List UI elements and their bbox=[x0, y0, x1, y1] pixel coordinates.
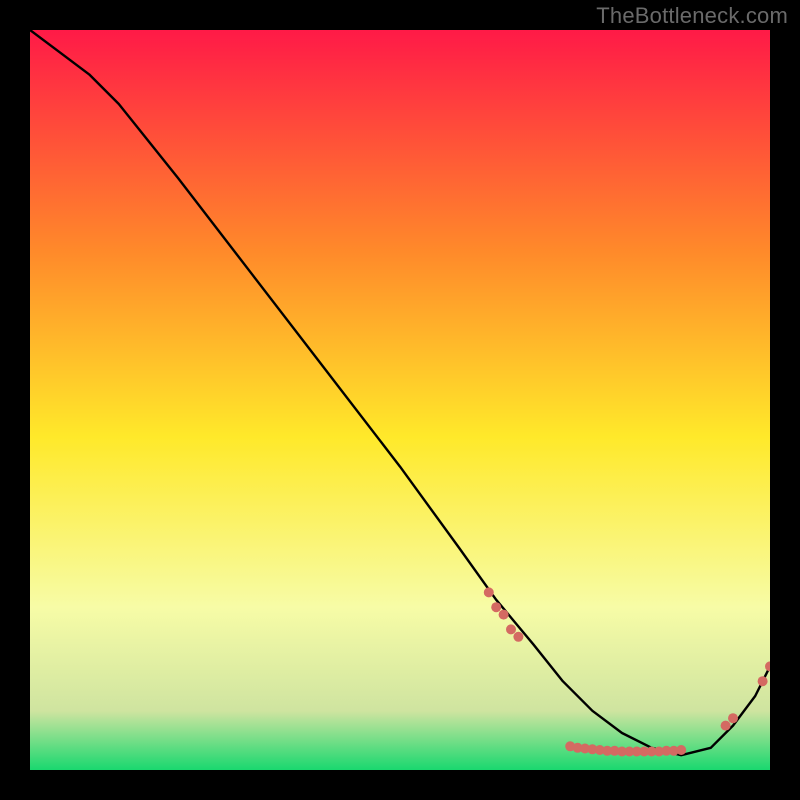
data-marker bbox=[499, 610, 509, 620]
data-marker bbox=[676, 745, 686, 755]
chart-svg bbox=[30, 30, 770, 770]
data-marker bbox=[721, 721, 731, 731]
data-marker bbox=[728, 713, 738, 723]
data-marker bbox=[758, 676, 768, 686]
chart-container: TheBottleneck.com bbox=[0, 0, 800, 800]
watermark-text: TheBottleneck.com bbox=[596, 3, 788, 29]
plot-area bbox=[30, 30, 770, 770]
plot-background bbox=[30, 30, 770, 770]
data-marker bbox=[506, 624, 516, 634]
data-marker bbox=[491, 602, 501, 612]
data-marker bbox=[513, 632, 523, 642]
data-marker bbox=[484, 587, 494, 597]
